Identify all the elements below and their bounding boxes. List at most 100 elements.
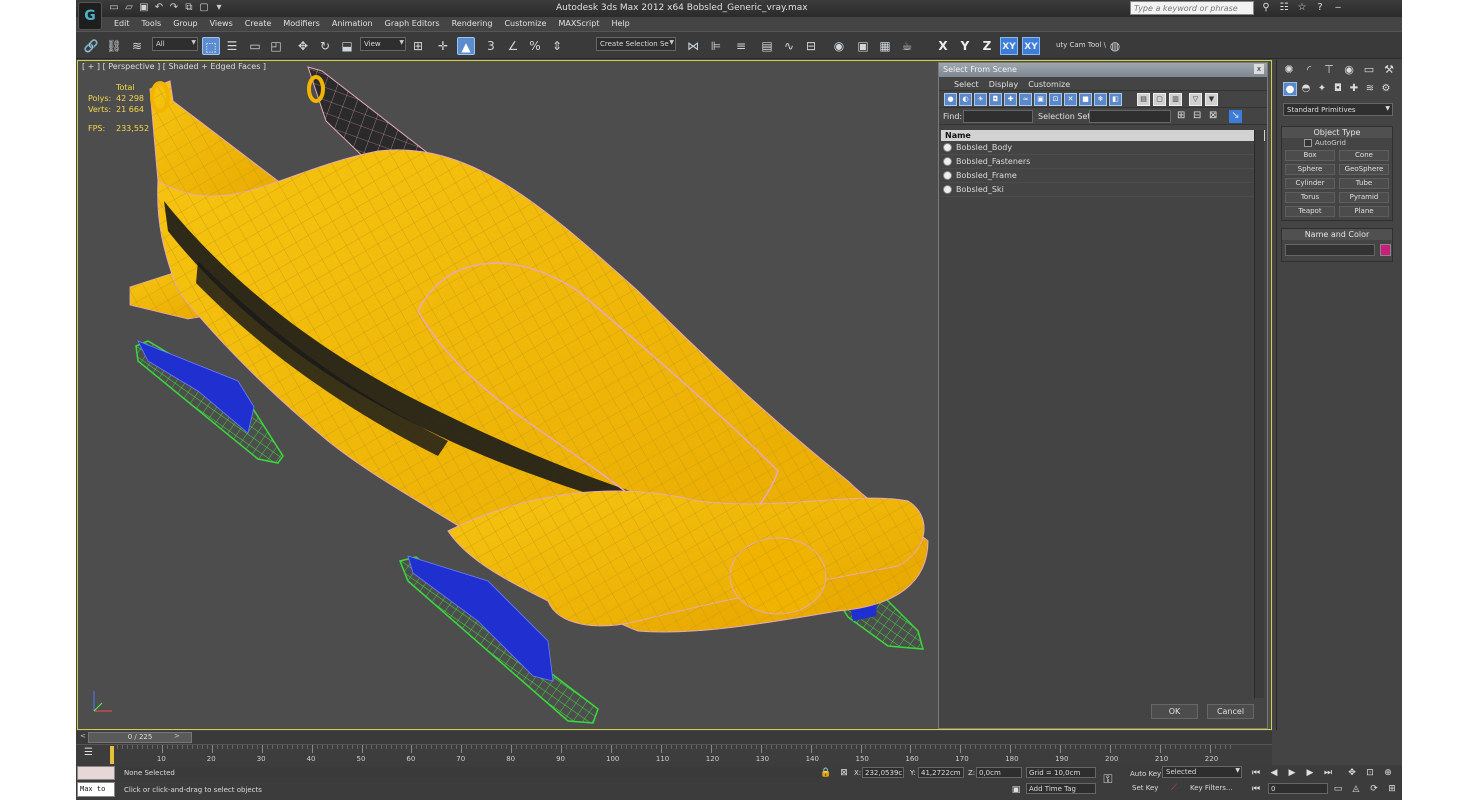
list-item[interactable]: Bobsled_Fasteners [941, 155, 1255, 169]
unlink-icon[interactable]: ⛓ [105, 37, 123, 55]
go-to-end-icon[interactable]: ⏭ [1322, 767, 1334, 779]
menu-edit[interactable]: Edit [108, 17, 136, 31]
checkbox-icon[interactable] [1304, 139, 1312, 147]
display-cameras-icon[interactable]: ◘ [989, 93, 1002, 106]
key-filters-button[interactable]: Key Filters... [1190, 784, 1233, 792]
plane-button[interactable]: Plane [1339, 206, 1389, 217]
minimize-icon[interactable]: ‒ [1332, 2, 1344, 14]
app-logo-icon[interactable]: G [78, 2, 102, 30]
keyboard-shortcut-override-icon[interactable]: ▲ [457, 37, 475, 55]
pyramid-button[interactable]: Pyramid [1339, 192, 1389, 203]
layer-manager-icon[interactable]: ≡ [732, 37, 750, 55]
selection-set-dropdown[interactable] [1089, 110, 1171, 123]
filter-icon[interactable]: ▽ [1189, 93, 1202, 106]
maxscript-mini-listener[interactable]: Max to [77, 782, 115, 797]
menu-graph-editors[interactable]: Graph Editors [379, 17, 446, 31]
subscription-icon[interactable]: ☷ [1278, 2, 1290, 14]
menu-tools[interactable]: Tools [136, 17, 168, 31]
scale-icon[interactable]: ⬓ [338, 37, 356, 55]
display-helpers-icon[interactable]: ✚ [1004, 93, 1017, 106]
utility-label[interactable]: uty Cam Tool \ [1056, 41, 1106, 49]
time-prev-button[interactable]: < [80, 732, 86, 740]
fetch-icon[interactable]: ▢ [198, 2, 210, 14]
search-input[interactable]: Type a keyword or phrase [1130, 1, 1254, 15]
set-key-button[interactable]: Set Key [1132, 784, 1158, 792]
hierarchy-tab-icon[interactable]: ⊤ [1321, 63, 1337, 77]
menu-animation[interactable]: Animation [326, 17, 379, 31]
redo-icon[interactable]: ↷ [168, 2, 180, 14]
rendered-frame-icon[interactable]: ▦ [876, 37, 894, 55]
display-hidden-icon[interactable]: ◧ [1109, 93, 1122, 106]
absolute-transform-icon[interactable]: ⊠ [838, 767, 850, 779]
orbit-icon[interactable]: ⟳ [1368, 783, 1380, 795]
menu-views[interactable]: Views [204, 17, 239, 31]
sphere-button[interactable]: Sphere [1285, 164, 1335, 175]
axis-z-button[interactable]: Z [978, 37, 996, 55]
axis-x-button[interactable]: X [934, 37, 952, 55]
select-manipulate-icon[interactable]: ✛ [434, 37, 452, 55]
curve-editor-icon[interactable]: ∿ [780, 37, 798, 55]
next-frame-icon[interactable]: ▶ [1304, 767, 1316, 779]
dialog-menu-display[interactable]: Display [984, 77, 1024, 90]
auto-key-button[interactable]: Auto Key [1130, 770, 1161, 778]
object-name-input[interactable] [1285, 244, 1375, 256]
autogrid-checkbox[interactable]: AutoGrid [1282, 138, 1392, 147]
open-file-icon[interactable]: ▱ [123, 2, 135, 14]
menu-create[interactable]: Create [239, 17, 278, 31]
time-next-button[interactable]: > [174, 732, 180, 740]
display-spacewarps-icon[interactable]: ≈ [1019, 93, 1032, 106]
select-all-icon[interactable]: ▤ [1137, 93, 1150, 106]
sync-selection-icon[interactable]: ↘ [1229, 110, 1242, 123]
menu-customize[interactable]: Customize [498, 17, 552, 31]
display-groups-icon[interactable]: ▣ [1034, 93, 1047, 106]
menu-rendering[interactable]: Rendering [446, 17, 499, 31]
teapot-button[interactable]: Teapot [1285, 206, 1335, 217]
helpers-category-icon[interactable]: ✚ [1347, 82, 1361, 96]
name-color-title[interactable]: Name and Color [1282, 229, 1392, 240]
go-to-start-icon[interactable]: ⏮ [1250, 767, 1262, 779]
pan-view-icon[interactable]: ✥ [1346, 767, 1358, 779]
schematic-view-icon[interactable]: ⊟ [802, 37, 820, 55]
time-configuration-icon[interactable]: ▭ [1332, 783, 1344, 795]
render-production-icon[interactable]: ☕ [898, 37, 916, 55]
selection-set-create-icon[interactable]: ⊞ [1177, 110, 1185, 121]
display-containers-icon[interactable]: ■ [1079, 93, 1092, 106]
qa-dropdown-icon[interactable]: ▾ [213, 2, 225, 14]
select-none-icon[interactable]: ▢ [1153, 93, 1166, 106]
coord-z-field[interactable]: 0,0cm [976, 767, 1022, 778]
link-icon[interactable]: 🔗 [82, 37, 100, 55]
torus-button[interactable]: Torus [1285, 192, 1335, 203]
axis-xy-cycle-button[interactable]: XY [1022, 37, 1040, 55]
utilities-tab-icon[interactable]: ⚒ [1381, 63, 1397, 77]
window-crossing-icon[interactable]: ◰ [267, 37, 285, 55]
render-setup-icon[interactable]: ▣ [854, 37, 872, 55]
pivot-center-icon[interactable]: ⊞ [409, 37, 427, 55]
bind-space-warp-icon[interactable]: ≋ [128, 37, 146, 55]
maximize-viewport-icon[interactable]: ⊞ [1386, 783, 1398, 795]
select-by-name-icon[interactable]: ☰ [223, 37, 241, 55]
angle-snap-icon[interactable]: ∠ [504, 37, 522, 55]
material-editor-icon[interactable]: ◉ [830, 37, 848, 55]
select-invert-icon[interactable]: ▥ [1169, 93, 1182, 106]
display-xrefs-icon[interactable]: ⊡ [1049, 93, 1062, 106]
select-object-icon[interactable]: ⬚ [202, 37, 220, 55]
graphite-tools-icon[interactable]: ▤ [758, 37, 776, 55]
list-item[interactable]: Bobsled_Ski [941, 183, 1255, 197]
viewport-label[interactable]: [ + ] [ Perspective ] [ Shaded + Edged F… [82, 62, 266, 71]
current-frame-marker[interactable] [110, 746, 114, 764]
selection-set-remove-icon[interactable]: ⊠ [1209, 110, 1217, 121]
list-item[interactable]: Bobsled_Frame [941, 169, 1255, 183]
list-item[interactable]: Bobsled_Body [941, 141, 1255, 155]
menu-modifiers[interactable]: Modifiers [277, 17, 326, 31]
favorites-icon[interactable]: ☆ [1296, 2, 1308, 14]
undo-icon[interactable]: ↶ [153, 2, 165, 14]
hold-icon[interactable]: ⧉ [183, 2, 195, 14]
create-tab-icon[interactable]: ✺ [1281, 63, 1297, 77]
snaps-toggle-icon[interactable]: 3 [482, 37, 500, 55]
geometry-category-icon[interactable]: ● [1283, 82, 1297, 96]
filter-options-icon[interactable]: ▼ [1205, 93, 1218, 106]
cone-button[interactable]: Cone [1339, 150, 1389, 161]
set-key-mode-icon[interactable]: ⚿ [1102, 773, 1114, 785]
spacewarps-category-icon[interactable]: ≋ [1363, 82, 1377, 96]
field-of-view-icon[interactable]: ◬ [1350, 783, 1362, 795]
